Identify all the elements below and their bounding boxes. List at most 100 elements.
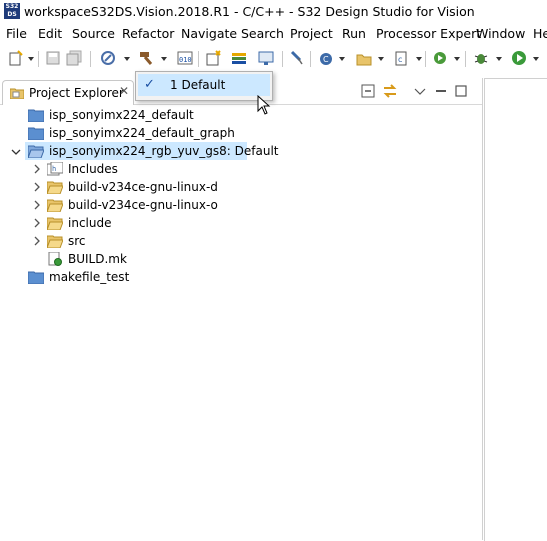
tree-item-folder[interactable]: include <box>0 214 482 232</box>
save-icon[interactable] <box>45 50 61 66</box>
toolbar-separator <box>90 51 91 67</box>
menu-search[interactable]: Search <box>241 26 284 41</box>
tree-item-label: BUILD.mk <box>68 252 127 266</box>
checkmark-icon: ✓ <box>144 77 155 92</box>
project-explorer-panel: Project Explorer ✕ isp_sonyimx224_defaul… <box>0 78 483 540</box>
run-external-icon[interactable] <box>432 50 448 66</box>
menu-run[interactable]: Run <box>342 26 366 41</box>
chevron-right-icon[interactable] <box>32 236 42 246</box>
svg-text:C: C <box>323 55 329 64</box>
svg-text:010: 010 <box>179 56 192 64</box>
new-class-dropdown-arrow[interactable] <box>339 57 345 61</box>
toolbar-separator <box>38 51 39 67</box>
tree-item-file[interactable]: BUILD.mk <box>0 250 482 268</box>
tree-item-project[interactable]: makefile_test <box>0 268 482 286</box>
s32ds-app-icon: S32 DS <box>4 3 20 19</box>
save-all-icon[interactable] <box>66 50 82 66</box>
debug-bug-icon[interactable] <box>473 50 489 66</box>
close-icon[interactable]: ✕ <box>119 84 129 98</box>
build-configuration-menu: ✓ 1 Default <box>135 71 273 101</box>
tree-item-label: Includes <box>68 162 118 176</box>
monitor-icon[interactable] <box>258 50 274 66</box>
run-dropdown-arrow[interactable] <box>533 57 539 61</box>
run-icon[interactable] <box>511 50 527 66</box>
svg-text:h: h <box>52 165 56 173</box>
menu-project[interactable]: Project <box>290 26 333 41</box>
menu-help[interactable]: He <box>533 26 547 41</box>
tree-item-label: isp_sonyimx224_default <box>49 108 194 122</box>
debug-tool-icon[interactable] <box>231 50 247 66</box>
new-file-dropdown-arrow[interactable] <box>416 57 422 61</box>
svg-text:c: c <box>398 55 402 64</box>
tree-item-label: src <box>68 234 86 248</box>
tab-project-explorer[interactable]: Project Explorer ✕ <box>2 80 134 105</box>
main-toolbar: 010 C c <box>0 45 547 73</box>
project-folder-icon <box>28 127 44 140</box>
tree-item-project-selected[interactable]: isp_sonyimx224_rgb_yuv_gs8: Default <box>25 142 279 160</box>
project-folder-icon <box>28 271 44 284</box>
chevron-down-icon[interactable] <box>11 147 21 157</box>
tree-item-includes[interactable]: h Includes <box>0 160 482 178</box>
project-folder-icon <box>28 109 44 122</box>
tree-item-label: include <box>68 216 112 230</box>
menu-bar: File Edit Source Refactor Navigate Searc… <box>0 24 547 44</box>
menu-navigate[interactable]: Navigate <box>181 26 237 41</box>
build-hammer-icon[interactable] <box>138 50 154 66</box>
tree-item-label: isp_sonyimx224_rgb_yuv_gs8: Default <box>49 144 279 158</box>
chevron-right-icon[interactable] <box>32 182 42 192</box>
tree-item-label: build-v234ce-gnu-linux-d <box>68 180 218 194</box>
chevron-right-icon[interactable] <box>32 164 42 174</box>
debug-dropdown-arrow[interactable] <box>496 57 502 61</box>
new-dropdown-arrow[interactable] <box>28 57 34 61</box>
minimize-icon[interactable] <box>433 83 449 99</box>
toolbar-separator <box>198 51 199 67</box>
menu-file[interactable]: File <box>6 26 27 41</box>
folder-icon <box>47 199 63 212</box>
menu-refactor[interactable]: Refactor <box>122 26 174 41</box>
tree-item-label: build-v234ce-gnu-linux-o <box>68 198 218 212</box>
project-explorer-icon <box>10 88 24 99</box>
maximize-icon[interactable] <box>453 83 469 99</box>
window-title: workspaceS32DS.Vision.2018.R1 - C/C++ - … <box>24 4 475 19</box>
folder-icon <box>47 217 63 230</box>
toolbar-separator <box>310 51 311 67</box>
editor-area <box>484 78 547 541</box>
chevron-right-icon[interactable] <box>32 218 42 228</box>
new-source-folder-dropdown-arrow[interactable] <box>378 57 384 61</box>
makefile-icon <box>48 252 62 266</box>
toolbar-separator <box>282 51 283 67</box>
tree-item-label: isp_sonyimx224_default_graph <box>49 126 235 140</box>
toolbar-separator <box>465 51 466 67</box>
includes-icon: h <box>47 162 63 176</box>
new-source-folder-icon[interactable] <box>356 50 372 66</box>
tab-label: Project Explorer <box>29 86 124 100</box>
menu-edit[interactable]: Edit <box>38 26 62 41</box>
pin-icon[interactable] <box>288 50 304 66</box>
build-settings-icon[interactable] <box>100 50 116 66</box>
collapse-all-icon[interactable] <box>360 83 376 99</box>
tree-item-folder[interactable]: build-v234ce-gnu-linux-d <box>0 178 482 196</box>
link-with-editor-icon[interactable] <box>382 83 398 99</box>
binary-icon[interactable]: 010 <box>177 50 193 66</box>
new-file-icon[interactable]: c <box>393 50 409 66</box>
build-config-item-default[interactable]: ✓ 1 Default <box>138 74 270 96</box>
chevron-right-icon[interactable] <box>32 200 42 210</box>
tree-item-project[interactable]: isp_sonyimx224_default_graph <box>0 124 482 142</box>
folder-icon <box>47 181 63 194</box>
title-bar: S32 DS workspaceS32DS.Vision.2018.R1 - C/… <box>0 0 547 24</box>
new-project-icon[interactable] <box>205 50 221 66</box>
view-menu-icon[interactable] <box>412 83 428 99</box>
menu-source[interactable]: Source <box>72 26 115 41</box>
run-external-dropdown-arrow[interactable] <box>454 57 460 61</box>
new-icon[interactable] <box>8 50 24 66</box>
tree-item-project[interactable]: isp_sonyimx224_default <box>0 106 482 124</box>
build-settings-dropdown-arrow[interactable] <box>124 57 130 61</box>
build-dropdown-arrow[interactable] <box>161 57 167 61</box>
tree-item-label: makefile_test <box>49 270 130 284</box>
menu-window[interactable]: Window <box>476 26 525 41</box>
new-class-icon[interactable]: C <box>318 50 334 66</box>
menu-processor-expert[interactable]: Processor Expert <box>376 26 481 41</box>
tree-item-folder[interactable]: src <box>0 232 482 250</box>
tree-item-folder[interactable]: build-v234ce-gnu-linux-o <box>0 196 482 214</box>
build-config-label: 1 Default <box>170 78 226 92</box>
